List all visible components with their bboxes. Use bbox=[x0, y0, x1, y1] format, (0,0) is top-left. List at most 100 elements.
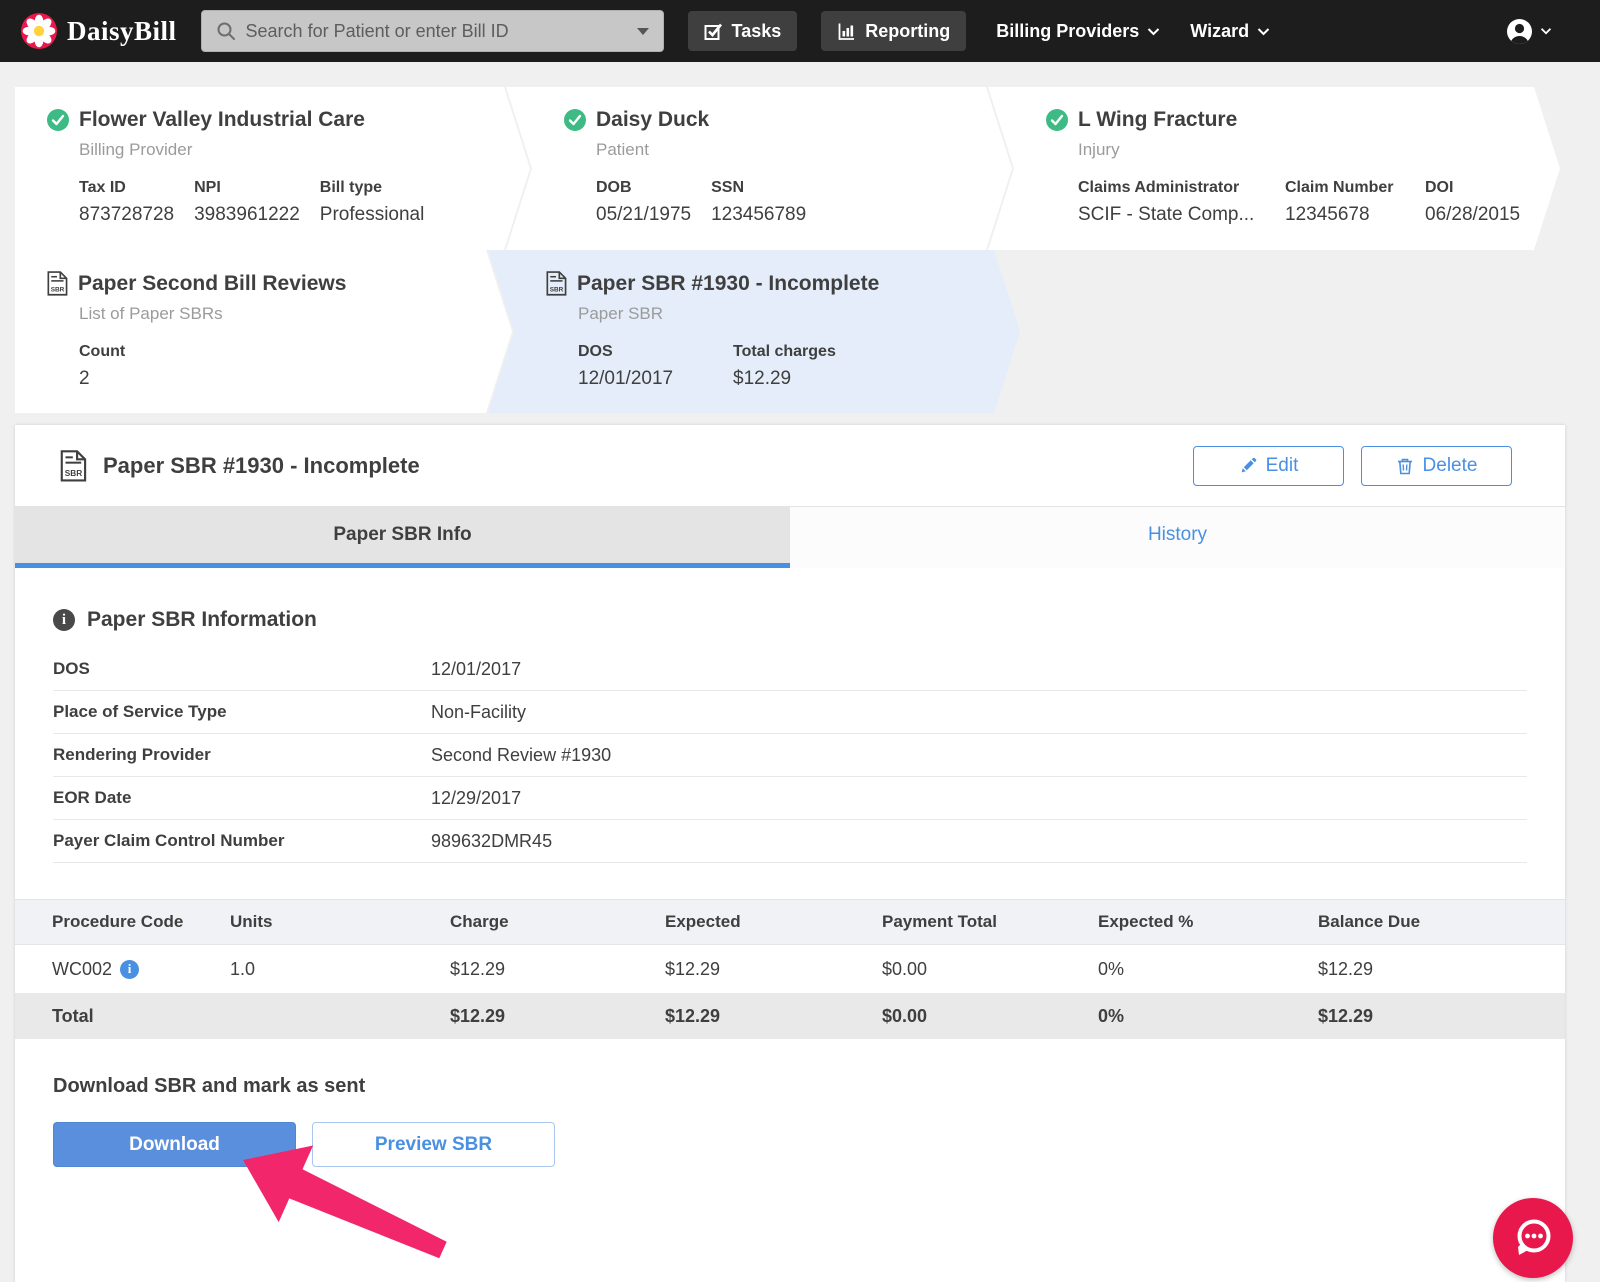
delete-button[interactable]: Delete bbox=[1361, 445, 1512, 486]
field-label: SSN bbox=[711, 179, 744, 196]
field-label: Claims Administrator bbox=[1078, 179, 1240, 196]
chevron-down-icon bbox=[1540, 28, 1552, 35]
field-value: 3983961222 bbox=[194, 204, 300, 225]
total-balance-due: $12.29 bbox=[1318, 1005, 1374, 1026]
billing-providers-menu[interactable]: Billing Providers bbox=[996, 21, 1160, 42]
balance-due-value: $12.29 bbox=[1318, 958, 1374, 979]
edit-button[interactable]: Edit bbox=[1193, 445, 1344, 486]
brand-logo[interactable]: DaisyBill bbox=[20, 12, 177, 50]
card-subtitle: Paper SBR bbox=[578, 304, 664, 323]
info-value: Second Review #1930 bbox=[431, 744, 612, 765]
field-value: $12.29 bbox=[733, 368, 792, 389]
info-row-place-of-service: Place of Service Type Non-Facility bbox=[53, 691, 1527, 734]
expected-value: $12.29 bbox=[665, 958, 721, 979]
col-expected-pct: Expected % bbox=[1098, 912, 1194, 931]
sbr-info-fields: DOS 12/01/2017 Place of Service Type Non… bbox=[53, 648, 1527, 863]
detail-tabs: Paper SBR Info History bbox=[15, 507, 1565, 568]
table-row: WC002 i 1.0 $12.29 $12.29 $0.00 0% $12.2… bbox=[15, 945, 1565, 993]
field-label: Total charges bbox=[733, 343, 836, 360]
field-label: DOS bbox=[578, 343, 613, 360]
info-label: Payer Claim Control Number bbox=[53, 831, 285, 850]
table-total-row: Total $12.29 $12.29 $0.00 0% $12.29 bbox=[15, 993, 1565, 1039]
search-dropdown-caret-icon[interactable] bbox=[636, 27, 649, 35]
sbr-document-icon: SBR bbox=[546, 271, 567, 296]
brand-name: DaisyBill bbox=[67, 15, 177, 46]
breadcrumb-card-patient[interactable]: Daisy Duck Patient DOB 05/21/1975 SSN 12… bbox=[506, 87, 1012, 250]
breadcrumb-card-injury[interactable]: L Wing Fracture Injury Claims Administra… bbox=[988, 87, 1560, 250]
search-input[interactable] bbox=[245, 20, 629, 42]
billing-providers-label: Billing Providers bbox=[996, 20, 1140, 41]
info-row-rendering-provider: Rendering Provider Second Review #1930 bbox=[53, 734, 1527, 777]
col-payment-total: Payment Total bbox=[882, 912, 997, 931]
sbr-doc-label: SBR bbox=[550, 286, 564, 293]
info-row-payer-claim-control-number: Payer Claim Control Number 989632DMR45 bbox=[53, 820, 1527, 863]
user-account-menu[interactable] bbox=[1506, 18, 1552, 45]
tasks-checkbox-icon bbox=[704, 23, 722, 40]
chevron-down-icon bbox=[1148, 27, 1160, 35]
check-circle-icon bbox=[47, 109, 69, 131]
info-label: DOS bbox=[53, 659, 90, 678]
info-label: Rendering Provider bbox=[53, 745, 211, 764]
sbr-document-icon: SBR bbox=[60, 449, 87, 481]
units-value: 1.0 bbox=[230, 958, 256, 979]
tasks-label: Tasks bbox=[731, 20, 782, 41]
sbr-doc-label: SBR bbox=[65, 469, 82, 478]
line-items-table: Procedure Code Units Charge Expected Pay… bbox=[15, 899, 1565, 1039]
info-row-eor-date: EOR Date 12/29/2017 bbox=[53, 777, 1527, 820]
field-label: DOI bbox=[1425, 179, 1454, 196]
card-title: Daisy Duck bbox=[596, 108, 710, 131]
charge-value: $12.29 bbox=[450, 958, 506, 979]
total-expected-pct: 0% bbox=[1098, 1005, 1125, 1026]
download-button[interactable]: Download bbox=[53, 1122, 296, 1167]
wizard-menu[interactable]: Wizard bbox=[1190, 21, 1270, 42]
total-label: Total bbox=[52, 1005, 94, 1026]
info-value: 989632DMR45 bbox=[431, 830, 553, 851]
table-header-row: Procedure Code Units Charge Expected Pay… bbox=[15, 899, 1565, 945]
reporting-chart-icon bbox=[838, 23, 855, 40]
card-title: Paper Second Bill Reviews bbox=[78, 271, 347, 295]
col-expected: Expected bbox=[665, 912, 741, 931]
breadcrumb-card-paper-sbr-list[interactable]: SBR Paper Second Bill Reviews List of Pa… bbox=[15, 250, 512, 413]
field-value: 12/01/2017 bbox=[578, 368, 674, 389]
card-title: Paper SBR #1930 - Incomplete bbox=[577, 271, 880, 295]
paper-sbr-info-content: i Paper SBR Information DOS 12/01/2017 P… bbox=[15, 568, 1565, 1167]
info-value: 12/01/2017 bbox=[431, 658, 522, 679]
field-label: Count bbox=[79, 343, 126, 360]
daisy-flower-icon bbox=[21, 13, 57, 49]
field-value: Professional bbox=[319, 204, 425, 225]
tab-label: Paper SBR Info bbox=[333, 524, 472, 545]
download-section-heading: Download SBR and mark as sent bbox=[53, 1075, 366, 1097]
procedure-info-icon[interactable]: i bbox=[120, 959, 140, 979]
col-units: Units bbox=[230, 912, 273, 931]
reporting-label: Reporting bbox=[865, 20, 951, 41]
wizard-label: Wizard bbox=[1190, 20, 1250, 41]
tab-paper-sbr-info[interactable]: Paper SBR Info bbox=[15, 507, 790, 568]
tasks-button[interactable]: Tasks bbox=[687, 11, 798, 51]
field-value: 2 bbox=[79, 368, 90, 389]
tab-history[interactable]: History bbox=[790, 507, 1565, 568]
card-subtitle: Patient bbox=[596, 140, 649, 159]
edit-label: Edit bbox=[1265, 454, 1299, 476]
reporting-button[interactable]: Reporting bbox=[821, 11, 967, 51]
page-title: Paper SBR #1930 - Incomplete bbox=[103, 452, 420, 478]
breadcrumb-card-billing-provider[interactable]: Flower Valley Industrial Care Billing Pr… bbox=[15, 87, 530, 250]
card-title: L Wing Fracture bbox=[1078, 108, 1238, 131]
chat-launcher-button[interactable] bbox=[1493, 1198, 1573, 1278]
field-label: Tax ID bbox=[79, 179, 126, 196]
info-label: EOR Date bbox=[53, 788, 132, 807]
download-label: Download bbox=[129, 1133, 220, 1155]
trash-icon bbox=[1397, 458, 1412, 474]
field-value: SCIF - State Comp... bbox=[1078, 204, 1255, 225]
field-label: DOB bbox=[596, 179, 632, 196]
breadcrumb-card-paper-sbr-current[interactable]: SBR Paper SBR #1930 - Incomplete Paper S… bbox=[488, 250, 1020, 413]
sbr-information-heading: i Paper SBR Information bbox=[53, 608, 1565, 632]
expected-pct-value: 0% bbox=[1098, 958, 1125, 979]
col-procedure-code: Procedure Code bbox=[52, 912, 184, 931]
preview-sbr-button[interactable]: Preview SBR bbox=[312, 1122, 555, 1167]
chat-bubble-icon bbox=[1517, 1219, 1551, 1255]
col-charge: Charge bbox=[450, 912, 509, 931]
patient-search[interactable] bbox=[200, 10, 664, 52]
payment-total-value: $0.00 bbox=[882, 958, 928, 979]
info-value: Non-Facility bbox=[431, 701, 527, 722]
search-icon bbox=[217, 22, 235, 40]
